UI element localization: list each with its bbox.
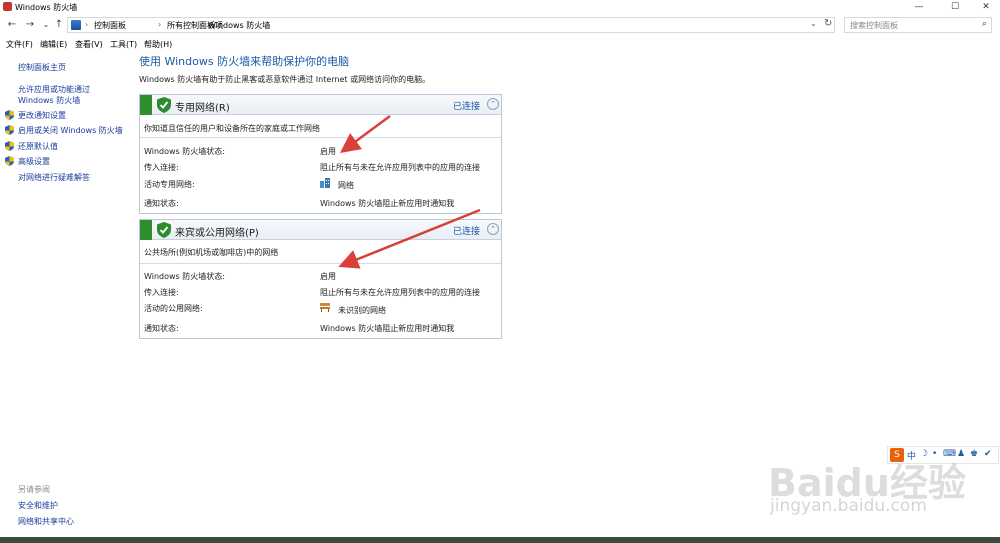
tools-icon[interactable]: ✔ xyxy=(984,449,992,459)
building-network-icon xyxy=(320,178,330,188)
sidebar-link-allow-app[interactable]: 允许应用或功能通过 Windows 防火墙 xyxy=(18,84,128,106)
menu-edit[interactable]: 编辑(E) xyxy=(40,39,67,50)
window-title: Windows 防火墙 xyxy=(15,3,78,12)
active-network-value: 网络 xyxy=(338,181,354,190)
watermark-url: jingyan.baidu.com xyxy=(770,496,927,516)
see-also-network-center[interactable]: 网络和共享中心 xyxy=(18,516,74,527)
address-dropdown-icon[interactable]: ⌄ xyxy=(810,19,817,28)
divider xyxy=(140,137,501,138)
firewall-state-label: Windows 防火墙状态: xyxy=(144,147,225,156)
shield-icon xyxy=(5,110,14,120)
panel-header[interactable]: 来宾或公用网络(P) 已连接 ⌃ xyxy=(140,220,501,240)
menu-help[interactable]: 帮助(H) xyxy=(144,39,172,50)
sidebar-link-toggle-firewall[interactable]: 启用或关闭 Windows 防火墙 xyxy=(18,125,123,136)
search-box[interactable]: 搜索控制面板 ⌕ xyxy=(844,17,992,33)
status-color-bar xyxy=(140,220,152,240)
breadcrumb-separator: › xyxy=(199,20,203,29)
shield-icon xyxy=(5,156,14,166)
skin-icon[interactable]: ♚ xyxy=(970,449,978,459)
connection-status: 已连接 xyxy=(453,227,481,237)
control-panel-icon xyxy=(71,20,81,30)
close-button[interactable]: ✕ xyxy=(972,0,1000,14)
firewall-state-value: 启用 xyxy=(320,147,336,156)
private-network-panel: 专用网络(R) 已连接 ⌃ 你知道且信任的用户和设备所在的家庭或工作网络 Win… xyxy=(139,94,502,214)
address-bar[interactable]: › 控制面板 › 所有控制面板项 › Windows 防火墙 ⌄ ↻ xyxy=(67,17,835,33)
notify-value: Windows 防火墙阻止新应用时通知我 xyxy=(320,324,455,333)
menu-file[interactable]: 文件(F) xyxy=(6,39,33,50)
page-description: Windows 防火墙有助于防止黑客或恶意软件通过 Internet 或网络访问… xyxy=(139,75,431,84)
refresh-icon[interactable]: ↻ xyxy=(824,18,832,29)
firewall-app-icon xyxy=(3,2,12,11)
active-network-label: 活动专用网络: xyxy=(144,180,195,189)
panel-header[interactable]: 专用网络(R) 已连接 ⌃ xyxy=(140,95,501,115)
sidebar-link-restore-defaults[interactable]: 还原默认值 xyxy=(18,141,58,152)
minimize-button[interactable]: — xyxy=(905,0,933,14)
panel-title: 来宾或公用网络(P) xyxy=(175,228,259,239)
incoming-label: 传入连接: xyxy=(144,288,179,297)
search-icon[interactable]: ⌕ xyxy=(982,19,987,29)
breadcrumb-control-panel[interactable]: 控制面板 xyxy=(94,20,126,31)
maximize-button[interactable]: ☐ xyxy=(941,0,969,14)
bench-network-icon xyxy=(320,303,330,312)
up-arrow-icon[interactable]: ↑ xyxy=(53,18,65,31)
address-bar-row: ← → ⌄ ↑ › 控制面板 › 所有控制面板项 › Windows 防火墙 ⌄… xyxy=(0,15,1000,35)
shield-icon xyxy=(5,125,14,135)
incoming-value: 阻止所有与未在允许应用列表中的应用的连接 xyxy=(320,288,480,297)
green-shield-check-icon xyxy=(157,222,171,238)
notify-label: 通知状态: xyxy=(144,199,179,208)
forward-arrow-icon[interactable]: → xyxy=(24,18,36,31)
sidebar-link-advanced[interactable]: 高级设置 xyxy=(18,156,50,167)
divider xyxy=(140,263,501,264)
sidebar-link-home[interactable]: 控制面板主页 xyxy=(18,62,66,73)
sidebar-link-notifications[interactable]: 更改通知设置 xyxy=(18,110,66,121)
title-bar: Windows 防火墙 — ☐ ✕ xyxy=(0,0,1000,14)
recent-locations-dropdown-icon[interactable]: ⌄ xyxy=(40,18,52,31)
page-title: 使用 Windows 防火墙来帮助保护你的电脑 xyxy=(139,55,350,68)
back-arrow-icon[interactable]: ← xyxy=(6,18,18,31)
see-also-security-maintenance[interactable]: 安全和维护 xyxy=(18,500,58,511)
menu-tools[interactable]: 工具(T) xyxy=(110,39,137,50)
shield-icon xyxy=(5,141,14,151)
breadcrumb-separator: › xyxy=(85,20,89,29)
active-network-value: 未识别的网络 xyxy=(338,306,386,315)
incoming-value: 阻止所有与未在允许应用列表中的应用的连接 xyxy=(320,163,480,172)
collapse-chevron-icon[interactable]: ⌃ xyxy=(487,98,499,110)
firewall-state-value: 启用 xyxy=(320,272,336,281)
taskbar-strip xyxy=(0,537,1000,543)
sidebar: 控制面板主页 允许应用或功能通过 Windows 防火墙 更改通知设置 启用或关… xyxy=(0,58,135,543)
sidebar-link-troubleshoot[interactable]: 对网络进行疑难解答 xyxy=(18,172,90,183)
panel-description: 你知道且信任的用户和设备所在的家庭或工作网络 xyxy=(144,124,320,133)
incoming-label: 传入连接: xyxy=(144,163,179,172)
breadcrumb-firewall[interactable]: Windows 防火墙 xyxy=(208,20,270,31)
see-also-heading: 另请参阅 xyxy=(18,485,50,494)
collapse-chevron-icon[interactable]: ⌃ xyxy=(487,223,499,235)
public-network-panel: 来宾或公用网络(P) 已连接 ⌃ 公共场所(例如机场或咖啡店)中的网络 Wind… xyxy=(139,219,502,339)
active-network-label: 活动的公用网络: xyxy=(144,304,203,313)
breadcrumb-separator: › xyxy=(158,20,162,29)
green-shield-check-icon xyxy=(157,97,171,113)
panel-title: 专用网络(R) xyxy=(175,103,230,114)
notify-label: 通知状态: xyxy=(144,324,179,333)
menu-bar: 文件(F) 编辑(E) 查看(V) 工具(T) 帮助(H) xyxy=(0,38,1000,51)
menu-view[interactable]: 查看(V) xyxy=(75,39,103,50)
status-color-bar xyxy=(140,95,152,115)
panel-description: 公共场所(例如机场或咖啡店)中的网络 xyxy=(144,248,279,257)
firewall-state-label: Windows 防火墙状态: xyxy=(144,272,225,281)
notify-value: Windows 防火墙阻止新应用时通知我 xyxy=(320,199,455,208)
search-placeholder: 搜索控制面板 xyxy=(850,21,898,30)
connection-status: 已连接 xyxy=(453,102,481,112)
